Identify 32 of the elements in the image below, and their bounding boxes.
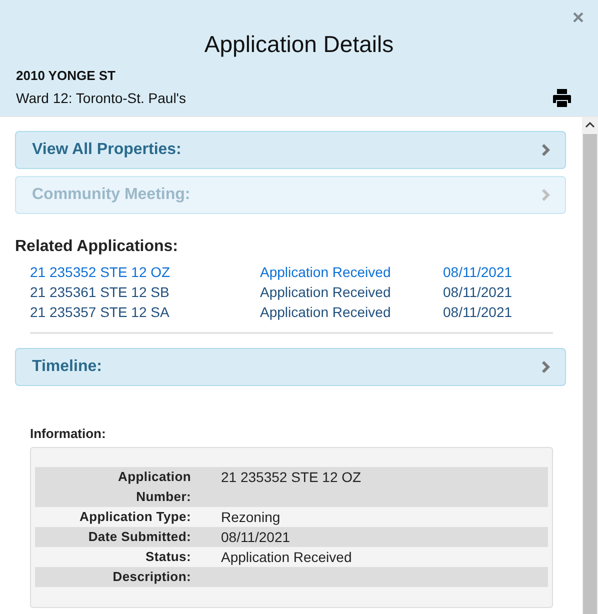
field-value: 08/11/2021 (221, 528, 292, 547)
application-link[interactable]: 21 235361 STE 12 SB (30, 284, 170, 300)
close-button[interactable]: × (572, 8, 584, 28)
ward-text: Ward 12: Toronto-St. Paul's (16, 90, 186, 106)
date-link[interactable]: 08/11/2021 (443, 304, 512, 320)
application-link[interactable]: 21 235357 STE 12 SA (30, 304, 170, 320)
field-label: Application Type: (78, 508, 191, 526)
dialog-title: Application Details (204, 30, 394, 58)
field-value: Application Received (221, 548, 353, 567)
chevron-right-icon (541, 188, 551, 202)
field-label: Status: (144, 548, 191, 566)
status-link[interactable]: Application Received (260, 264, 391, 280)
section-heading: Information: (30, 426, 107, 441)
field-label: Description: (112, 568, 191, 586)
status-link[interactable]: Application Received (260, 304, 391, 320)
status-link[interactable]: Application Received (260, 284, 391, 300)
field-label: Date Submitted: (87, 528, 191, 546)
section-heading: Related Applications: (15, 238, 179, 256)
chevron-right-icon (541, 360, 551, 374)
accordion-header[interactable]: Timeline: (15, 348, 566, 386)
chevron-right-icon (541, 143, 551, 157)
field-value: Rezoning (221, 508, 282, 527)
date-link[interactable]: 08/11/2021 (443, 264, 512, 280)
scrollbar[interactable] (582, 117, 598, 614)
print-icon[interactable] (552, 88, 572, 108)
date-link[interactable]: 08/11/2021 (443, 284, 512, 300)
application-link[interactable]: 21 235352 STE 12 OZ (30, 264, 170, 280)
field-value: 21 235352 STE 12 OZ (221, 468, 362, 487)
field-label: Application Number: (117, 468, 191, 506)
scrollbar-thumb[interactable] (583, 134, 597, 614)
address-text: 2010 YONGE ST (16, 68, 116, 83)
accordion-header[interactable]: View All Properties: (15, 131, 566, 169)
